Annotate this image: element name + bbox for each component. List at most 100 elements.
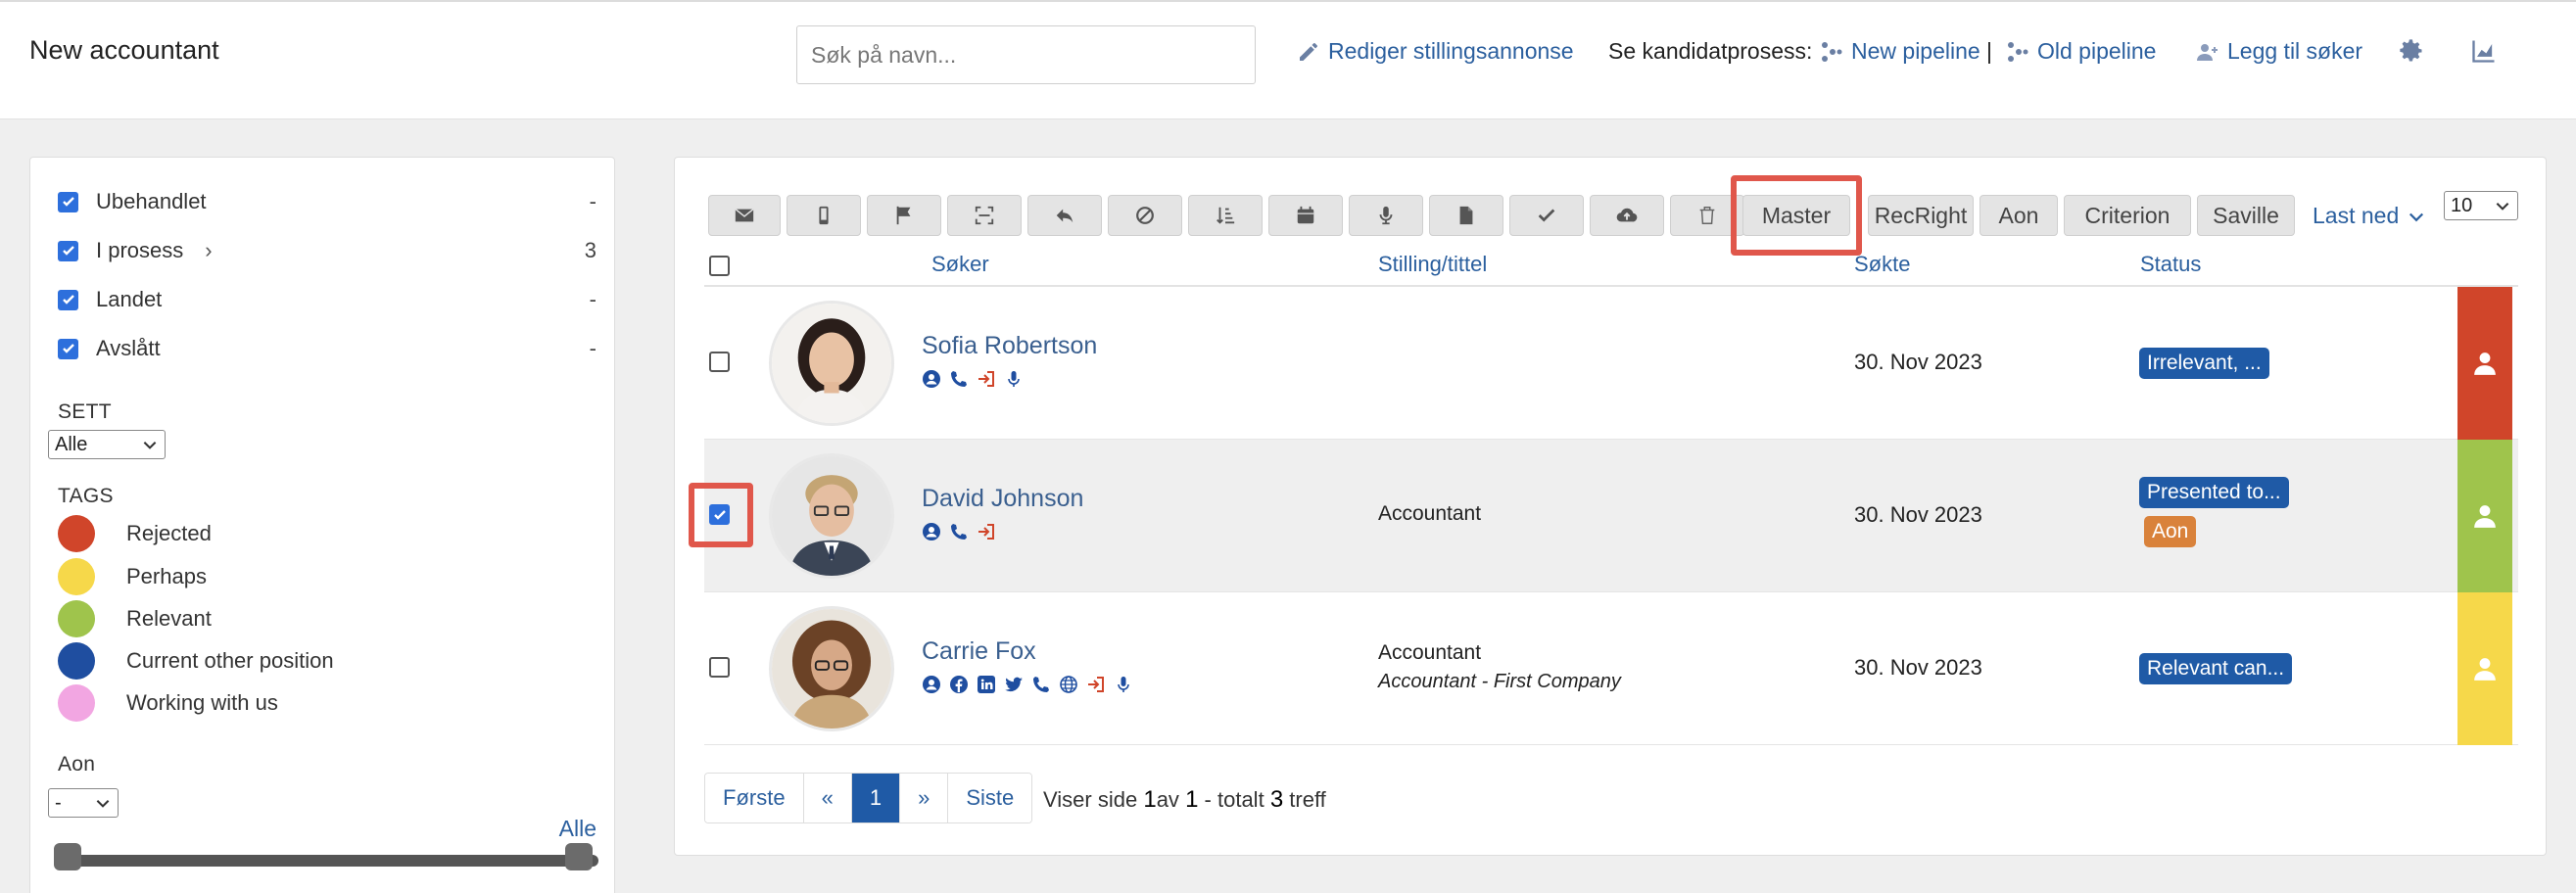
sett-select[interactable]: Alle	[48, 430, 166, 459]
select-all-checkbox[interactable]	[709, 256, 730, 276]
flag-button[interactable]	[867, 195, 941, 236]
download-dropdown[interactable]: Last ned	[2313, 203, 2426, 229]
email-button[interactable]	[708, 195, 781, 236]
sort-button[interactable]	[1188, 195, 1263, 236]
microphone-icon[interactable]	[1114, 675, 1133, 694]
microphone-icon[interactable]	[1004, 369, 1024, 389]
tag-current-other-position[interactable]: Current other position	[58, 641, 334, 681]
page-button-current[interactable]: 1	[851, 774, 901, 822]
reply-button[interactable]	[1027, 195, 1102, 236]
column-header-position[interactable]: Stilling/tittel	[1378, 252, 1487, 277]
add-applicant-link[interactable]: Legg til søker	[2196, 38, 2362, 65]
document-button[interactable]	[1429, 195, 1503, 236]
old-pipeline-link[interactable]: Old pipeline	[2006, 38, 2156, 65]
row-checkbox[interactable]	[709, 657, 730, 678]
filter-checkbox[interactable]	[58, 289, 78, 310]
candidate-name[interactable]: David Johnson	[922, 485, 1083, 513]
table-row[interactable]: Carrie Fox Accountant Accountant - First…	[704, 592, 2518, 745]
user-circle-icon[interactable]	[922, 522, 941, 541]
check-icon	[1538, 209, 1555, 222]
row-checkbox[interactable]	[709, 352, 730, 372]
range-slider-min-handle[interactable]	[54, 843, 81, 870]
phone-icon[interactable]	[949, 522, 969, 541]
tag-rejected[interactable]: Rejected	[58, 514, 212, 553]
gear-icon[interactable]	[2398, 37, 2425, 65]
table-row[interactable]: David Johnson Accountant 30. Nov 2023 Pr…	[689, 440, 2518, 592]
tag-color-cell[interactable]	[2457, 592, 2512, 745]
filter-label: Landet	[96, 287, 163, 311]
criterion-button[interactable]: Criterion	[2064, 195, 2191, 236]
linkedin-icon[interactable]	[977, 675, 996, 694]
chevron-down-icon	[96, 800, 110, 808]
next-page-button[interactable]: »	[900, 774, 949, 822]
candidate-name[interactable]: Sofia Robertson	[922, 332, 1097, 360]
tag-perhaps[interactable]: Perhaps	[58, 557, 207, 596]
pagination-page: 1	[1143, 786, 1157, 813]
sign-in-icon[interactable]	[1086, 675, 1106, 694]
sign-in-icon[interactable]	[977, 369, 996, 389]
phone-icon[interactable]	[949, 369, 969, 389]
avatar	[769, 453, 894, 579]
globe-icon[interactable]	[1059, 675, 1078, 694]
tag-label: Rejected	[126, 521, 212, 545]
facebook-icon[interactable]	[949, 675, 969, 694]
file-icon	[1459, 206, 1473, 225]
filter-checkbox[interactable]	[58, 338, 78, 359]
scan-button[interactable]	[947, 195, 1022, 236]
sign-in-icon[interactable]	[977, 522, 996, 541]
microphone-button[interactable]	[1349, 195, 1423, 236]
filter-label: I prosess	[96, 238, 184, 262]
filter-count: 3	[584, 238, 596, 262]
tag-color-cell[interactable]	[2457, 287, 2512, 440]
filter-avslatt[interactable]: Avslått -	[58, 332, 596, 365]
tag-working-with-us[interactable]: Working with us	[58, 683, 278, 723]
alle-link[interactable]: Alle	[559, 816, 596, 842]
aon-status-badge[interactable]: Aon	[2144, 516, 2197, 547]
search-input[interactable]	[796, 25, 1256, 84]
twitter-icon[interactable]	[1004, 675, 1024, 694]
filter-ubehandlet[interactable]: Ubehandlet -	[58, 185, 596, 218]
filter-i-prosess[interactable]: I prosess › 3	[58, 234, 596, 267]
check-icon	[62, 295, 74, 305]
pipeline-icon	[2008, 41, 2028, 62]
recright-button[interactable]: RecRight	[1868, 195, 1974, 236]
status-badge[interactable]: Presented to...	[2139, 477, 2289, 508]
edit-job-ad-link[interactable]: Rediger stillingsannonse	[1297, 38, 1574, 65]
avatar	[769, 301, 894, 426]
range-slider-track[interactable]	[70, 855, 598, 867]
filter-checkbox[interactable]	[58, 191, 78, 212]
status-badge[interactable]: Irrelevant, ...	[2139, 348, 2269, 379]
aon-select[interactable]: -	[48, 788, 119, 818]
filter-checkbox[interactable]	[58, 240, 78, 261]
first-page-button[interactable]: Første	[705, 774, 804, 822]
user-icon	[2474, 658, 2496, 681]
last-page-button[interactable]: Siste	[948, 774, 1032, 822]
status-badge[interactable]: Relevant can...	[2139, 653, 2293, 684]
user-circle-icon[interactable]	[922, 369, 941, 389]
tag-color-cell[interactable]	[2457, 440, 2512, 592]
range-slider-max-handle[interactable]	[565, 843, 593, 870]
aon-button[interactable]: Aon	[1980, 195, 2058, 236]
filter-landet[interactable]: Landet -	[58, 283, 596, 316]
column-header-applied[interactable]: Søkte	[1854, 252, 1910, 277]
column-header-applicant[interactable]: Søker	[931, 252, 989, 277]
upload-button[interactable]	[1590, 195, 1664, 236]
column-header-status[interactable]: Status	[2140, 252, 2201, 277]
per-page-select[interactable]: 10	[2444, 191, 2518, 220]
new-pipeline-link[interactable]: New pipeline	[1820, 38, 1980, 65]
tag-relevant[interactable]: Relevant	[58, 599, 212, 638]
block-button[interactable]	[1108, 195, 1182, 236]
candidate-name[interactable]: Carrie Fox	[922, 637, 1036, 666]
phone-icon[interactable]	[1031, 675, 1051, 694]
microphone-icon	[1379, 206, 1393, 225]
approve-button[interactable]	[1509, 195, 1584, 236]
sms-button[interactable]	[787, 195, 861, 236]
table-row[interactable]: Sofia Robertson 30. Nov 2023 Irrelevant,…	[704, 287, 2518, 440]
mobile-icon	[819, 206, 829, 225]
user-circle-icon[interactable]	[922, 675, 941, 694]
chevron-right-icon[interactable]: ›	[205, 238, 212, 263]
chart-icon[interactable]	[2470, 37, 2498, 65]
saville-button[interactable]: Saville	[2197, 195, 2295, 236]
calendar-button[interactable]	[1268, 195, 1343, 236]
prev-page-button[interactable]: «	[803, 774, 852, 822]
